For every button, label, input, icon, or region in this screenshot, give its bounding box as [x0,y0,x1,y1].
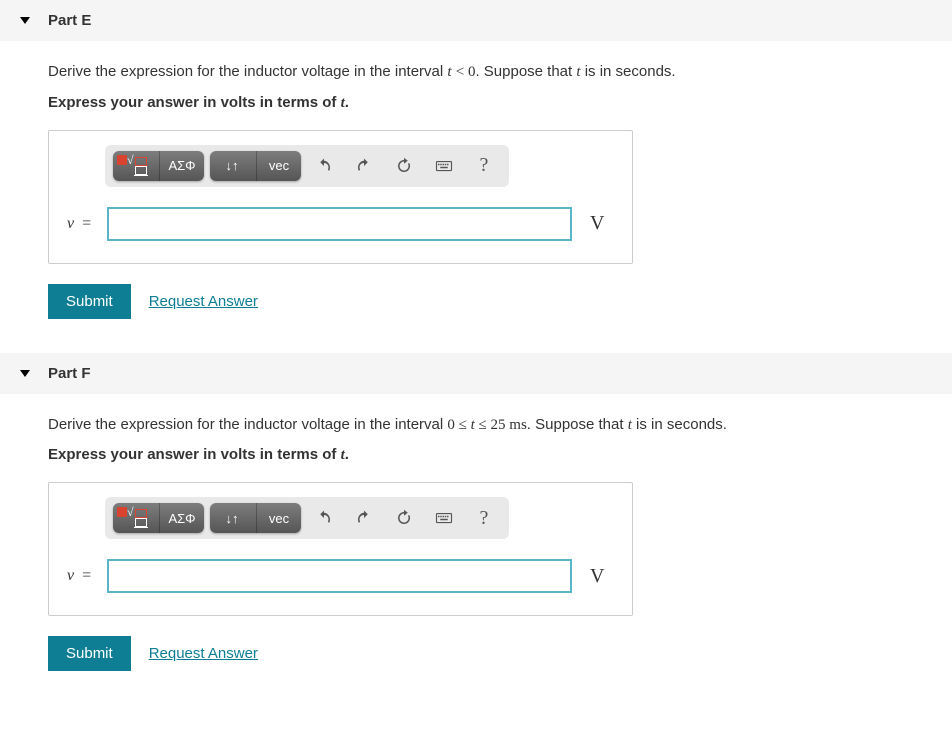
answer-unit: V [590,212,614,235]
help-button[interactable]: ? [467,151,501,181]
undo-icon [315,157,333,175]
keyboard-icon [435,157,453,175]
answer-hint: Express your answer in volts in terms of… [48,94,904,112]
equation-toolbar: √ ΑΣΦ ↓↑ vec ? [105,497,509,539]
request-answer-link[interactable]: Request Answer [149,645,258,662]
caret-down-icon [20,17,30,24]
redo-button[interactable] [347,151,381,181]
answer-container: √ ΑΣΦ ↓↑ vec ? v = [48,130,633,264]
answer-lhs: v = [67,215,107,233]
templates-button[interactable]: √ [113,151,157,181]
vector-button[interactable]: vec [256,503,301,533]
greek-button[interactable]: ΑΣΦ [159,151,204,181]
vector-button[interactable]: vec [256,151,301,181]
actions-row: Submit Request Answer [48,284,904,319]
keyboard-button[interactable] [427,151,461,181]
answer-row: v = V [67,559,614,593]
reset-button[interactable] [387,503,421,533]
request-answer-link[interactable]: Request Answer [149,293,258,310]
answer-hint: Express your answer in volts in terms of… [48,446,904,464]
question-prompt: Derive the expression for the inductor v… [48,61,904,84]
answer-container: √ ΑΣΦ ↓↑ vec ? v = [48,482,633,616]
undo-button[interactable] [307,503,341,533]
help-button[interactable]: ? [467,503,501,533]
undo-button[interactable] [307,151,341,181]
submit-button[interactable]: Submit [48,636,131,671]
equation-toolbar: √ ΑΣΦ ↓↑ vec ? [105,145,509,187]
answer-input[interactable] [107,559,572,593]
answer-input[interactable] [107,207,572,241]
submit-button[interactable]: Submit [48,284,131,319]
subscript-button[interactable]: ↓↑ [210,503,254,533]
redo-icon [355,509,373,527]
part-body: Derive the expression for the inductor v… [0,394,952,696]
part-header[interactable]: Part E [0,0,952,41]
actions-row: Submit Request Answer [48,636,904,671]
part-header[interactable]: Part F [0,353,952,394]
greek-button[interactable]: ΑΣΦ [159,503,204,533]
part-body: Derive the expression for the inductor v… [0,41,952,343]
redo-button[interactable] [347,503,381,533]
answer-unit: V [590,565,614,588]
reset-icon [395,509,413,527]
part-title: Part E [48,12,91,29]
templates-button[interactable]: √ [113,503,157,533]
answer-lhs: v = [67,567,107,585]
question-prompt: Derive the expression for the inductor v… [48,414,904,437]
part-title: Part F [48,365,91,382]
caret-down-icon [20,370,30,377]
undo-icon [315,509,333,527]
redo-icon [355,157,373,175]
subscript-button[interactable]: ↓↑ [210,151,254,181]
reset-icon [395,157,413,175]
answer-row: v = V [67,207,614,241]
reset-button[interactable] [387,151,421,181]
keyboard-button[interactable] [427,503,461,533]
keyboard-icon [435,509,453,527]
